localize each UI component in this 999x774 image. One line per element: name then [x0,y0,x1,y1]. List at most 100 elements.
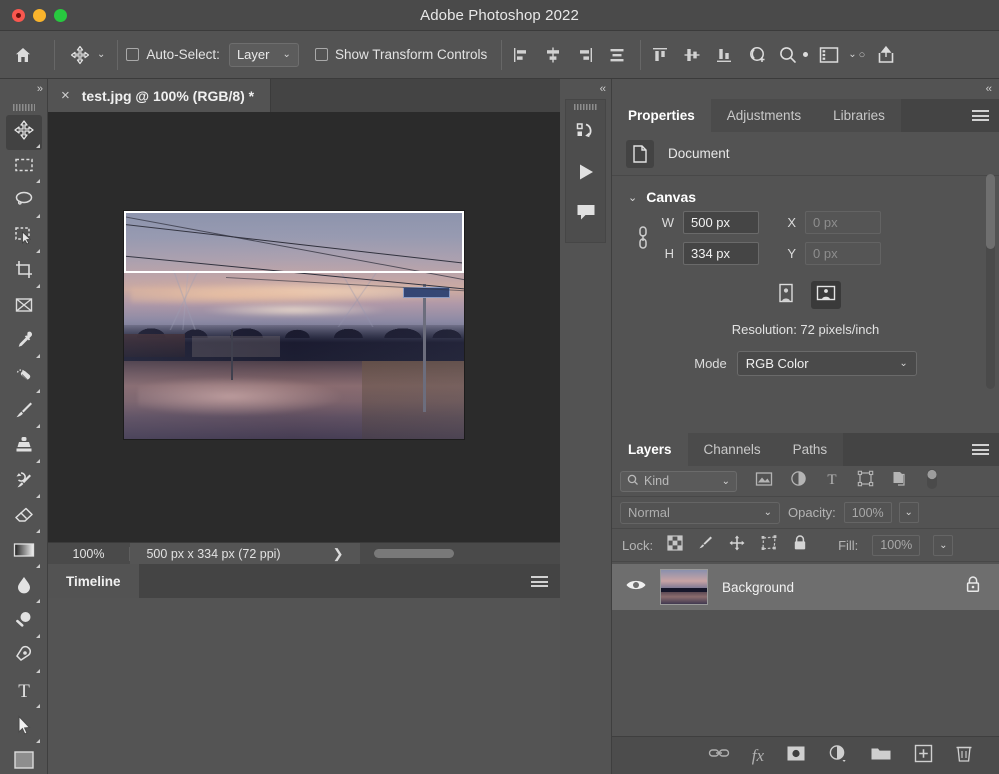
width-input[interactable]: 500 px [683,211,759,234]
chevron-right-icon[interactable]: ❯ [333,546,344,562]
table-row[interactable]: Background [612,564,999,610]
workspace-icon[interactable] [818,44,840,66]
tools-collapse-button[interactable]: » [0,79,47,99]
scrollbar-thumb[interactable] [986,174,995,249]
zoom-level-field[interactable]: 100% [48,546,130,561]
align-horizontal-centers-icon[interactable] [542,44,564,66]
filter-adjustment-layers-icon[interactable] [790,470,807,492]
lock-transparent-pixels-icon[interactable] [667,534,683,556]
new-fill-adjustment-layer-icon[interactable] [828,744,848,768]
properties-scrollbar[interactable] [986,174,995,389]
canvas-area[interactable] [48,112,560,542]
distribute-horizontally-icon[interactable] [606,44,628,66]
lock-all-icon[interactable] [792,534,808,557]
document-size-field[interactable]: 500 px x 334 px (72 ppi) ❯ [130,543,360,564]
tab-layers[interactable]: Layers [612,433,688,466]
align-right-edges-icon[interactable] [574,44,596,66]
tools-drag-grip[interactable] [0,99,47,115]
actions-panel-button[interactable] [566,154,605,194]
align-vertical-centers-icon[interactable] [681,44,703,66]
search-icon[interactable] [777,44,799,66]
panel-menu-icon[interactable] [531,576,548,587]
tab-paths[interactable]: Paths [776,433,844,466]
y-input[interactable]: 0 px [805,242,881,265]
blend-mode-dropdown[interactable]: Normal ⌄ [620,501,780,524]
link-layers-icon[interactable] [708,745,730,766]
scrollbar-thumb[interactable] [374,549,454,558]
x-input[interactable]: 0 px [805,211,881,234]
tool-dodge[interactable] [6,605,42,640]
filter-kind-dropdown[interactable]: Kind ⌄ [620,470,737,492]
tool-move[interactable] [5,115,42,150]
tool-preset-picker[interactable]: ⌄ [63,42,109,68]
tool-path-selection[interactable] [6,710,42,745]
status-scroll-track[interactable] [360,543,560,564]
tool-gradient[interactable] [6,535,42,570]
dock-collapse-button[interactable]: ‹‹ [612,79,999,99]
link-constrain-icon[interactable] [628,222,658,254]
opacity-input[interactable]: 100% [843,502,892,523]
tool-pen[interactable] [6,640,42,675]
three-d-mode-icon[interactable] [747,44,769,66]
layer-visibility-toggle[interactable] [612,577,660,598]
filter-shape-layers-icon[interactable] [857,470,874,492]
filter-pixel-layers-icon[interactable] [755,471,773,492]
tab-timeline[interactable]: Timeline [48,564,139,598]
fill-input[interactable]: 100% [872,534,921,556]
tool-lasso[interactable] [6,185,42,220]
align-top-edges-icon[interactable] [649,44,671,66]
artboard[interactable] [124,211,464,439]
auto-select-checkbox[interactable] [126,48,140,61]
filter-toggle-icon[interactable] [925,467,939,496]
add-layer-mask-icon[interactable] [786,745,806,767]
new-group-icon[interactable] [870,745,892,767]
tool-clone-stamp[interactable] [6,430,42,465]
tool-marquee[interactable] [6,150,42,185]
auto-select-dropdown[interactable]: Layer ⌄ [228,42,299,67]
tool-object-selection[interactable] [6,220,42,255]
tool-history-brush[interactable] [6,465,42,500]
add-layer-style-icon[interactable]: fx [752,746,764,766]
lock-artboard-nesting-icon[interactable] [760,534,778,557]
canvas-section-header[interactable]: ⌄ Canvas [612,176,999,211]
filter-smart-objects-icon[interactable] [891,470,908,492]
panel-menu-icon[interactable] [972,110,989,121]
tab-properties[interactable]: Properties [612,99,711,132]
tool-crop[interactable] [6,255,42,290]
tool-healing-brush[interactable] [6,360,42,395]
portrait-orientation-button[interactable] [771,281,801,309]
tool-shape[interactable] [0,749,47,774]
filter-type-layers-icon[interactable]: T [824,470,840,492]
document-tab[interactable]: × test.jpg @ 100% (RGB/8) * [48,79,272,112]
lock-image-pixels-icon[interactable] [697,534,714,556]
tool-brush[interactable] [6,395,42,430]
tool-eyedropper[interactable] [6,325,42,360]
share-icon[interactable] [875,44,897,66]
close-icon[interactable]: × [61,88,70,103]
panel-menu-icon[interactable] [972,444,989,455]
lock-position-icon[interactable] [728,534,746,557]
tool-blur[interactable] [6,570,42,605]
new-layer-icon[interactable] [914,744,933,768]
home-button[interactable] [0,31,46,78]
landscape-orientation-button[interactable] [810,281,841,309]
color-mode-dropdown[interactable]: RGB Color ⌄ [736,351,917,376]
fill-slider-button[interactable]: ⌄ [933,534,954,556]
history-panel-button[interactable] [566,114,605,154]
tab-libraries[interactable]: Libraries [817,99,901,132]
align-left-edges-icon[interactable] [510,44,532,66]
height-input[interactable]: 334 px [683,242,759,265]
tab-channels[interactable]: Channels [687,433,777,466]
align-bottom-edges-icon[interactable] [713,44,735,66]
show-transform-checkbox[interactable] [314,48,328,61]
comments-panel-button[interactable] [566,194,605,234]
delete-layer-icon[interactable] [955,743,973,768]
workspace-chevron-icon[interactable]: ⌄ [848,49,856,60]
opacity-slider-button[interactable]: ⌄ [898,502,919,523]
tool-type[interactable]: T [6,675,42,710]
rail-drag-grip[interactable] [566,100,605,114]
tool-eraser[interactable] [6,500,42,535]
tool-frame[interactable] [6,290,42,325]
rail-collapse-button[interactable]: ‹‹ [560,79,611,99]
layer-name[interactable]: Background [722,580,965,595]
